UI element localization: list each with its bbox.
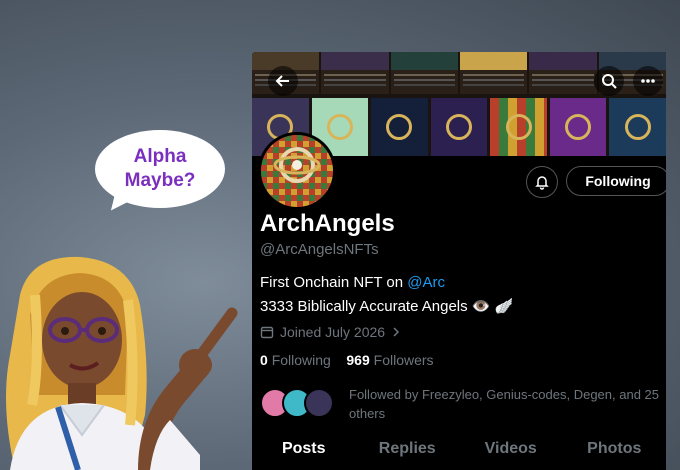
more-button[interactable]: [633, 66, 663, 96]
followed-by-text[interactable]: Followed by Freezyleo, Genius-codes, Deg…: [349, 385, 666, 423]
back-button[interactable]: [268, 66, 298, 96]
profile-bio-line-1: First Onchain NFT on @Arc: [260, 274, 445, 291]
profile-avatar[interactable]: [258, 132, 336, 210]
following-count-link[interactable]: 0 Following: [260, 352, 331, 368]
more-icon: [641, 79, 655, 83]
follow-counts: 0 Following 969 Followers: [260, 352, 434, 368]
followers-count-link[interactable]: 969 Followers: [346, 352, 433, 368]
banner-nft-tile: [490, 98, 547, 156]
profile-screen: Following ArchAngels @ArcAngelsNFTs Firs…: [252, 52, 666, 470]
profile-bio-line-2: 3333 Biblically Accurate Angels 👁️ 🪽: [260, 298, 514, 315]
profile-handle: @ArcAngelsNFTs: [260, 241, 379, 258]
profile-display-name: ArchAngels: [260, 210, 395, 237]
search-icon: [602, 74, 617, 89]
banner-card: [321, 52, 389, 94]
bubble-line-1: Alpha: [133, 146, 187, 167]
bubble-line-2: Maybe?: [124, 170, 196, 191]
tab-videos[interactable]: Videos: [459, 440, 563, 458]
banner-nft-tile: [371, 98, 428, 156]
avatar-angel-image: [261, 135, 333, 207]
banner-card: [459, 52, 528, 94]
bio-text: First Onchain NFT on: [260, 274, 408, 291]
tab-photos[interactable]: Photos: [563, 440, 667, 458]
bio-mention-link[interactable]: @Arc: [407, 274, 445, 291]
joined-text: Joined July 2026: [280, 324, 386, 340]
joined-date: Joined July 2026: [260, 324, 401, 340]
banner-nft-tile: [609, 98, 666, 156]
profile-tabs: Posts Replies Videos Photos: [252, 440, 666, 458]
banner-card: [529, 52, 597, 94]
following-button[interactable]: Following: [566, 166, 666, 196]
speech-bubble-text: Alpha Maybe?: [95, 145, 225, 193]
calendar-icon: [260, 326, 274, 339]
chevron-right-icon: [393, 327, 400, 337]
banner-card: [390, 52, 458, 94]
search-button[interactable]: [594, 66, 624, 96]
banner-nft-tile: [549, 98, 607, 156]
bell-icon: [535, 176, 549, 190]
arrow-left-icon: [275, 75, 289, 87]
follower-avatar: [304, 388, 334, 418]
notifications-bell-button[interactable]: [526, 166, 558, 198]
banner-nft-tile: [430, 98, 488, 156]
tab-replies[interactable]: Replies: [356, 440, 460, 458]
tab-posts[interactable]: Posts: [252, 440, 356, 458]
cartoon-character-illustration: [6, 256, 238, 470]
followed-by-avatars[interactable]: [260, 388, 350, 420]
